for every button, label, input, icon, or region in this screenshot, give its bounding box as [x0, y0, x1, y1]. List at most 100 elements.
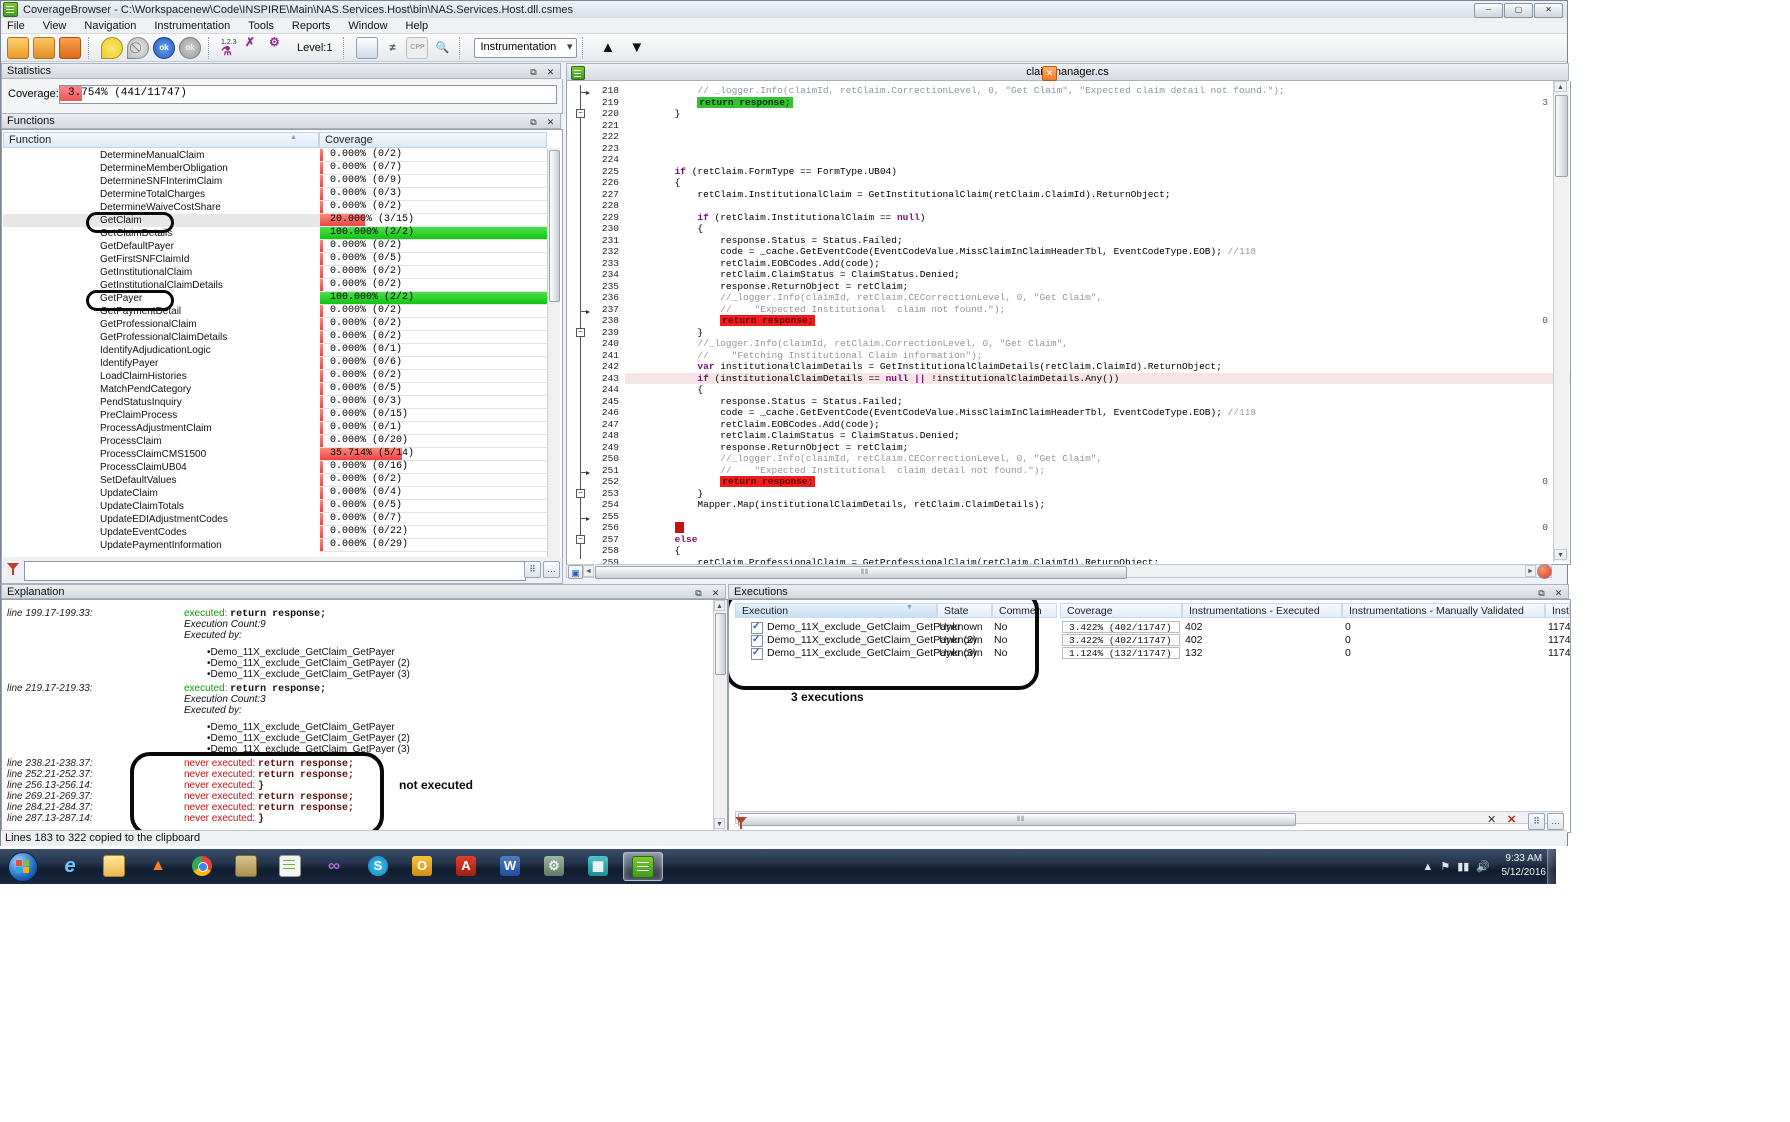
function-name[interactable]: GetClaimDetails [100, 227, 172, 240]
function-name[interactable]: IdentifyPayer [100, 357, 158, 370]
function-row[interactable]: GetClaimDetails100.000% (2/2) [3, 227, 547, 240]
more-options-button[interactable]: … [1547, 813, 1564, 830]
code-line[interactable]: 228 [567, 200, 1570, 212]
function-row[interactable]: ProcessClaimCMS150035.714% (5/14) [3, 448, 547, 461]
function-row[interactable]: ProcessClaim0.000% (0/20) [3, 435, 547, 448]
fold-collapse-icon[interactable]: − [576, 109, 585, 118]
execution-count-icon[interactable]: 1.2.3⚗ [221, 38, 241, 58]
word-icon[interactable]: W [491, 852, 529, 879]
code-line[interactable]: 255 [567, 511, 1570, 523]
function-name[interactable]: SetDefaultValues [100, 474, 177, 487]
tray-network-icon[interactable]: ▮▮ [1457, 860, 1469, 873]
explorer-icon[interactable] [95, 852, 133, 879]
code-line[interactable]: 235 response.ReturnObject = retClaim; [567, 281, 1570, 293]
close-button[interactable]: ✕ [1534, 3, 1563, 18]
function-name[interactable]: GetFirstSNFClaimId [100, 253, 189, 266]
function-name[interactable]: GetProfessionalClaim [100, 318, 197, 331]
notepad-icon[interactable] [271, 852, 309, 879]
menu-reports[interactable]: Reports [292, 20, 331, 32]
skype-icon[interactable]: S [359, 852, 397, 879]
functions-scrollbar[interactable]: ▼ [547, 148, 560, 582]
column-header-instrumentations-manually-validated[interactable]: Instrumentations - Manually Validated [1342, 603, 1545, 618]
float-panel-icon[interactable]: ⧉ [527, 66, 540, 79]
taskbar-clock[interactable]: 9:33 AM 5/12/2016 [1502, 852, 1547, 880]
code-line[interactable]: 227 retClaim.InstitutionalClaim = GetIns… [567, 189, 1570, 201]
function-name[interactable]: DetermineSNFInterimClaim [100, 175, 222, 188]
function-row[interactable]: IdentifyAdjudicationLogic0.000% (0/1) [3, 344, 547, 357]
function-name[interactable]: GetInstitutionalClaim [100, 266, 192, 279]
function-name[interactable]: PendStatusInquiry [100, 396, 182, 409]
code-line[interactable]: 248 retClaim.ClaimStatus = ClaimStatus.D… [567, 430, 1570, 442]
function-row[interactable]: DetermineManualClaim0.000% (0/2) [3, 149, 547, 162]
mode-combobox[interactable]: Instrumentation [474, 38, 577, 58]
code-line[interactable]: 232 code = _cache.GetEventCode(EventCode… [567, 246, 1570, 258]
code-line[interactable]: 243 if (institutionalClaimDetails == nul… [567, 373, 1570, 385]
function-name[interactable]: GetDefaultPayer [100, 240, 174, 253]
save-icon[interactable] [59, 37, 81, 59]
folder-icon[interactable] [227, 852, 265, 879]
function-row[interactable]: DetermineSNFInterimClaim0.000% (0/9) [3, 175, 547, 188]
code-line[interactable]: −239 } [567, 327, 1570, 339]
function-name[interactable]: UpdateEDIAdjustmentCodes [100, 513, 228, 526]
code-line[interactable]: 224 [567, 154, 1570, 166]
column-header-function[interactable]: Function ▲ [3, 132, 319, 148]
import-icon[interactable] [33, 37, 55, 59]
columns-icon[interactable]: ⠿ [524, 561, 541, 578]
nav-up-icon[interactable]: ▲ [600, 39, 615, 56]
code-line[interactable]: 238 return response;0 [567, 315, 1570, 327]
source-code-view[interactable]: 218 // _logger.Info(claimId, retClaim.Co… [566, 81, 1571, 565]
code-line[interactable]: 226 { [567, 177, 1570, 189]
clear-icon[interactable]: ✕ [1487, 813, 1496, 826]
function-row[interactable]: PreClaimProcess0.000% (0/15) [3, 409, 547, 422]
remove-execution-icon[interactable]: ✗ [245, 38, 265, 58]
tray-flag-icon[interactable]: ⚑ [1440, 860, 1450, 873]
function-name[interactable]: GetProfessionalClaimDetails [100, 331, 227, 344]
minimize-button[interactable]: ─ [1474, 3, 1503, 18]
start-button[interactable] [8, 852, 38, 882]
function-name[interactable]: PreClaimProcess [100, 409, 177, 422]
menu-file[interactable]: File [7, 20, 25, 32]
nav-down-icon[interactable]: ▼ [629, 39, 644, 56]
code-line[interactable]: 233 retClaim.EOBCodes.Add(code); [567, 258, 1570, 270]
more-options-button[interactable]: … [543, 561, 560, 578]
float-panel-icon[interactable]: ⧉ [527, 116, 540, 129]
function-row[interactable]: MatchPendCategory0.000% (0/5) [3, 383, 547, 396]
code-line[interactable]: 222 [567, 131, 1570, 143]
executions-filter-icon[interactable] [734, 816, 748, 830]
maximize-button[interactable]: ▢ [1504, 3, 1533, 18]
function-row[interactable]: SetDefaultValues0.000% (0/2) [3, 474, 547, 487]
function-row[interactable]: GetPayer100.000% (2/2) [3, 292, 547, 305]
comment-icon[interactable] [101, 37, 123, 59]
function-name[interactable]: ProcessClaimCMS1500 [100, 448, 206, 461]
show-desktop-button[interactable] [1547, 849, 1556, 884]
code-line[interactable]: 254 Mapper.Map(institutionalClaimDetails… [567, 499, 1570, 511]
code-line[interactable]: −220 } [567, 108, 1570, 120]
function-row[interactable]: DetermineMemberObligation0.000% (0/7) [3, 162, 547, 175]
fold-collapse-icon[interactable]: − [576, 535, 585, 544]
function-row[interactable]: IdentifyPayer0.000% (0/6) [3, 357, 547, 370]
code-line[interactable]: 229 if (retClaim.InstitutionalClaim == n… [567, 212, 1570, 224]
coveragebrowser-icon[interactable] [623, 852, 663, 881]
split-view-icon[interactable]: ▣ [568, 565, 583, 579]
function-row[interactable]: GetInstitutionalClaim0.000% (0/2) [3, 266, 547, 279]
code-line[interactable]: 241 // "Fetching Institutional Claim inf… [567, 350, 1570, 362]
code-line[interactable]: 231 response.Status = Status.Failed; [567, 235, 1570, 247]
title-bar[interactable]: CoverageBrowser - C:\Workspacenew\Code\I… [1, 1, 1567, 19]
function-name[interactable]: ProcessClaimUB04 [100, 461, 187, 474]
function-row[interactable]: DetermineTotalCharges0.000% (0/3) [3, 188, 547, 201]
menu-instrumentation[interactable]: Instrumentation [154, 20, 230, 32]
delete-icon[interactable]: ✕ [1507, 813, 1516, 826]
function-name[interactable]: IdentifyAdjudicationLogic [100, 344, 211, 357]
column-header-coverage[interactable]: Coverage [319, 132, 547, 148]
explanation-scrollbar[interactable]: ▲ ▼ [713, 600, 727, 830]
app-teal-icon[interactable]: ▦ [579, 852, 617, 879]
code-line[interactable]: 234 retClaim.ClaimStatus = ClaimStatus.D… [567, 269, 1570, 281]
cpp-icon[interactable]: CPP [406, 37, 428, 59]
function-row[interactable]: UpdateClaim0.000% (0/4) [3, 487, 547, 500]
source-vscrollbar[interactable]: ▲ ▼ [1553, 81, 1569, 562]
tray-volume-icon[interactable]: 🔊 [1476, 860, 1490, 873]
fold-collapse-icon[interactable]: − [576, 328, 585, 337]
validate-ok-icon[interactable]: ok [153, 37, 175, 59]
code-line[interactable]: 258 { [567, 545, 1570, 557]
close-panel-icon[interactable]: ✕ [544, 116, 557, 129]
